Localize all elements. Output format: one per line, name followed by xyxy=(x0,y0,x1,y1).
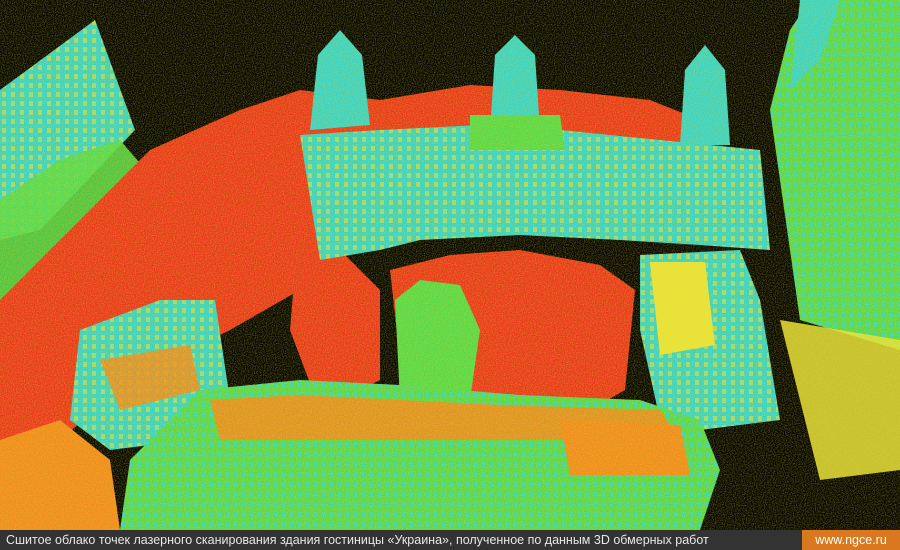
caption-bar: Сшитое облако точек лазерного сканирован… xyxy=(0,530,900,550)
site-link[interactable]: www.ngce.ru xyxy=(802,530,900,550)
caption-text: Сшитое облако точек лазерного сканирован… xyxy=(0,530,802,550)
speckle-overlay xyxy=(0,0,900,530)
point-cloud-image xyxy=(0,0,900,530)
